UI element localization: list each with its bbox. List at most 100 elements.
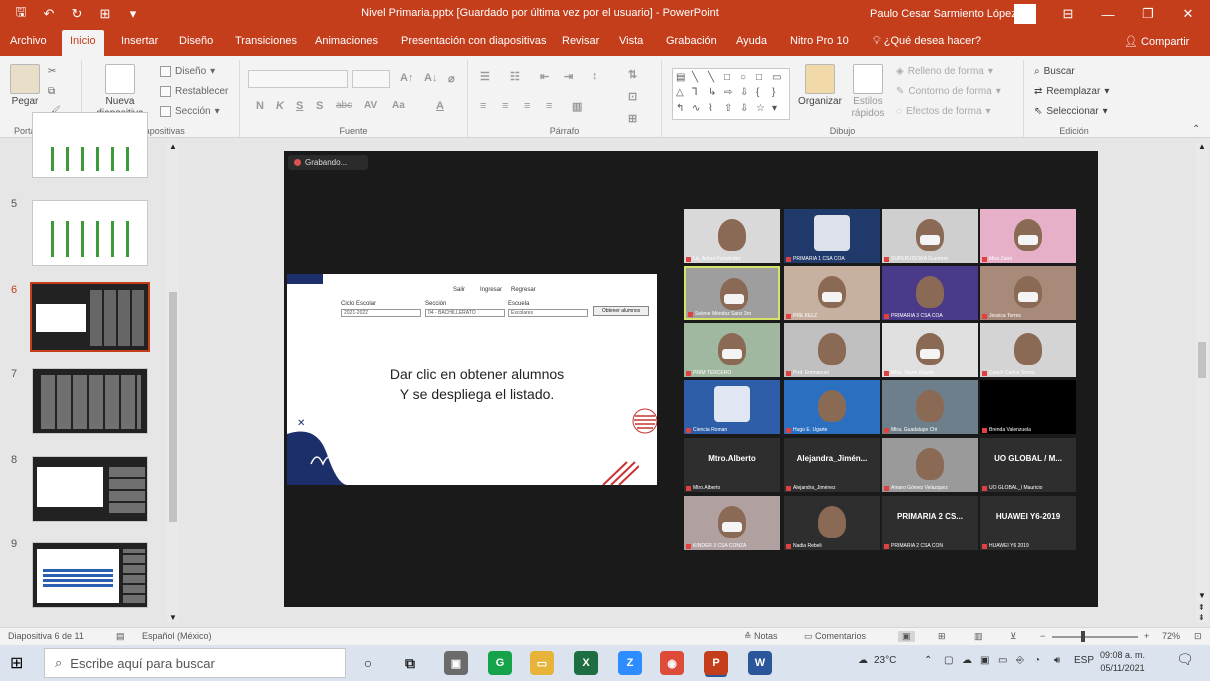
notifications-icon[interactable]: 🗨︎ (1176, 651, 1194, 668)
slide-scrollbar[interactable]: ▲ ▼ ⇞ ⇟ (1196, 142, 1208, 622)
scribble-shape-icon[interactable]: ⌇ (708, 103, 722, 116)
previous-slide-icon[interactable]: ⇞ (1198, 603, 1205, 612)
excel-icon[interactable]: X (574, 651, 598, 675)
tell-me-search[interactable]: 💡︎ ¿Qué desea hacer? (873, 35, 981, 48)
align-right-icon[interactable]: ≡ (524, 100, 530, 112)
smartart-icon[interactable]: ⊞ (628, 112, 637, 125)
scroll-thumb[interactable] (169, 292, 177, 522)
ribbon-display-options-icon[interactable]: ⊟ (1048, 0, 1088, 28)
tab-inicio[interactable]: Inicio (62, 30, 104, 56)
increase-indent-icon[interactable]: ⇥ (564, 70, 573, 83)
slide-thumbnail[interactable] (32, 200, 148, 266)
columns-icon[interactable]: ▥ (572, 100, 582, 113)
zoom-in-icon[interactable]: + (1144, 631, 1149, 641)
line-shape-icon[interactable]: ╲ (692, 72, 706, 85)
meet-now-icon[interactable]: ▣ (980, 655, 989, 666)
strikethrough-button[interactable]: abc (336, 100, 352, 111)
taskbar-search-input[interactable]: ⌕ Escribe aquí para buscar (44, 648, 346, 678)
language-indicator[interactable]: Español (México) (142, 631, 212, 641)
avatar[interactable] (1014, 4, 1036, 24)
usb-icon[interactable]: ⎆ (1016, 655, 1024, 666)
zoom-out-icon[interactable]: − (1040, 631, 1045, 641)
shapes-gallery[interactable]: ▤ ╲ ╲ □ ○ □ ▭ △ ⅂ ↳ ⇨ ⇩{} ↰ ∿ ⌇ ⇧ ⇩ ☆ ▾ (672, 68, 790, 120)
customize-qat-icon[interactable]: ▾ (122, 4, 144, 24)
volume-icon[interactable]: 🔊︎ (1054, 655, 1060, 666)
change-case-button[interactable]: Aa (392, 100, 405, 111)
bend-shape-icon[interactable]: ⅂ (692, 87, 706, 100)
scroll-down-icon[interactable]: ▼ (1198, 591, 1206, 600)
undo-icon[interactable]: ↶ (38, 4, 60, 24)
up-shape-icon[interactable]: ⇧ (724, 103, 738, 116)
slide-thumbnail[interactable] (32, 456, 148, 522)
italic-button[interactable]: K (276, 100, 284, 112)
arrow-turn-shape-icon[interactable]: ↳ (708, 87, 722, 100)
windows-start-icon[interactable]: ⊞ (10, 653, 23, 673)
tab-grabacion[interactable]: Grabación (666, 35, 717, 47)
rect2-shape-icon[interactable]: □ (756, 72, 770, 85)
textbox-shape-icon[interactable]: ▤ (676, 72, 690, 85)
shape-effects-button[interactable]: ◌ Efectos de forma ▾ (896, 106, 991, 117)
oval-shape-icon[interactable]: ○ (740, 72, 754, 85)
quick-styles-button[interactable]: Estilos rápidos (848, 64, 888, 120)
thumbnails-scrollbar[interactable]: ▲ ▼ (167, 142, 179, 622)
user-name[interactable]: Paulo Cesar Sarmiento López (870, 8, 1017, 20)
rect-shape-icon[interactable]: □ (724, 72, 738, 85)
tab-revisar[interactable]: Revisar (562, 35, 599, 47)
replace-button[interactable]: ⇄ Reemplazar ▾ (1034, 86, 1109, 97)
chrome-ext-icon[interactable]: G (488, 651, 512, 675)
shape-fill-button[interactable]: ◈ Relleno de forma ▾ (896, 66, 993, 77)
file-explorer-icon[interactable]: ▭ (530, 651, 554, 675)
down-shape-icon[interactable]: ⇩ (740, 103, 754, 116)
line2-shape-icon[interactable]: ╲ (708, 72, 722, 85)
font-name-select[interactable] (248, 70, 348, 88)
find-button[interactable]: ⌕ Buscar (1034, 66, 1075, 77)
line-spacing-icon[interactable]: ↕ (592, 70, 598, 82)
tab-ayuda[interactable]: Ayuda (736, 35, 767, 47)
slide-thumbnail[interactable] (32, 368, 148, 434)
weather-icon[interactable]: ☁ (858, 655, 868, 666)
underline-button[interactable]: S (296, 100, 303, 112)
tab-transiciones[interactable]: Transiciones (235, 35, 297, 47)
spelling-icon[interactable]: ▤ (116, 631, 125, 642)
next-slide-icon[interactable]: ⇟ (1198, 613, 1205, 622)
share-button[interactable]: 👤︎ Compartir (1124, 35, 1189, 48)
shape-outline-button[interactable]: ✎ Contorno de forma ▾ (896, 86, 1001, 97)
tab-nitro[interactable]: Nitro Pro 10 (790, 35, 849, 47)
slide-thumbnail[interactable] (32, 542, 148, 608)
font-color-button[interactable]: A (436, 100, 444, 112)
arrow-right-shape-icon[interactable]: ⇨ (724, 87, 738, 100)
tab-diseno[interactable]: Diseño (179, 35, 213, 47)
align-center-icon[interactable]: ≡ (502, 100, 508, 112)
start-from-beginning-icon[interactable]: ⊞ (94, 4, 116, 24)
powerpoint-icon[interactable]: P (704, 651, 728, 675)
char-spacing-button[interactable]: AV (364, 100, 377, 111)
arrow-down-shape-icon[interactable]: ⇩ (740, 87, 754, 100)
numbering-icon[interactable]: ☷ (510, 70, 520, 83)
language-indicator-tray[interactable]: ESP (1074, 655, 1094, 666)
comments-button[interactable]: ▭ Comentarios (804, 631, 866, 642)
minimize-icon[interactable]: — (1088, 0, 1128, 28)
tab-presentacion[interactable]: Presentación con diapositivas (401, 35, 547, 47)
star-shape-icon[interactable]: ☆ (756, 103, 770, 116)
shadow-button[interactable]: S (316, 100, 323, 112)
slide-thumbnail[interactable] (32, 112, 148, 178)
store-icon[interactable]: ▣ (444, 651, 468, 675)
decrease-indent-icon[interactable]: ⇤ (540, 70, 549, 83)
cortana-icon[interactable]: ○ (356, 651, 380, 675)
zoom-slider-track[interactable] (1052, 636, 1138, 638)
freeform-shape-icon[interactable]: ∿ (692, 103, 706, 116)
copy-icon[interactable]: ⧉ (48, 86, 55, 97)
network-status-icon[interactable]: ▢ (944, 655, 953, 666)
align-text-icon[interactable]: ⊡ (628, 90, 637, 103)
zoom-slider-thumb[interactable] (1081, 631, 1085, 642)
select-button[interactable]: ⇖ Seleccionar ▾ (1034, 106, 1108, 117)
justify-icon[interactable]: ≡ (546, 100, 552, 112)
section-button[interactable]: Sección ▾ (160, 106, 220, 117)
restore-icon[interactable]: ❐ (1128, 0, 1168, 28)
normal-view-icon[interactable]: ▣ (898, 631, 915, 642)
reading-view-icon[interactable]: ▥ (974, 631, 983, 642)
slide-sorter-icon[interactable]: ⊞ (938, 631, 946, 642)
grow-font-icon[interactable]: A↑ (400, 72, 413, 84)
reset-button[interactable]: Restablecer (160, 86, 228, 97)
onedrive-icon[interactable]: ☁ (962, 655, 972, 666)
